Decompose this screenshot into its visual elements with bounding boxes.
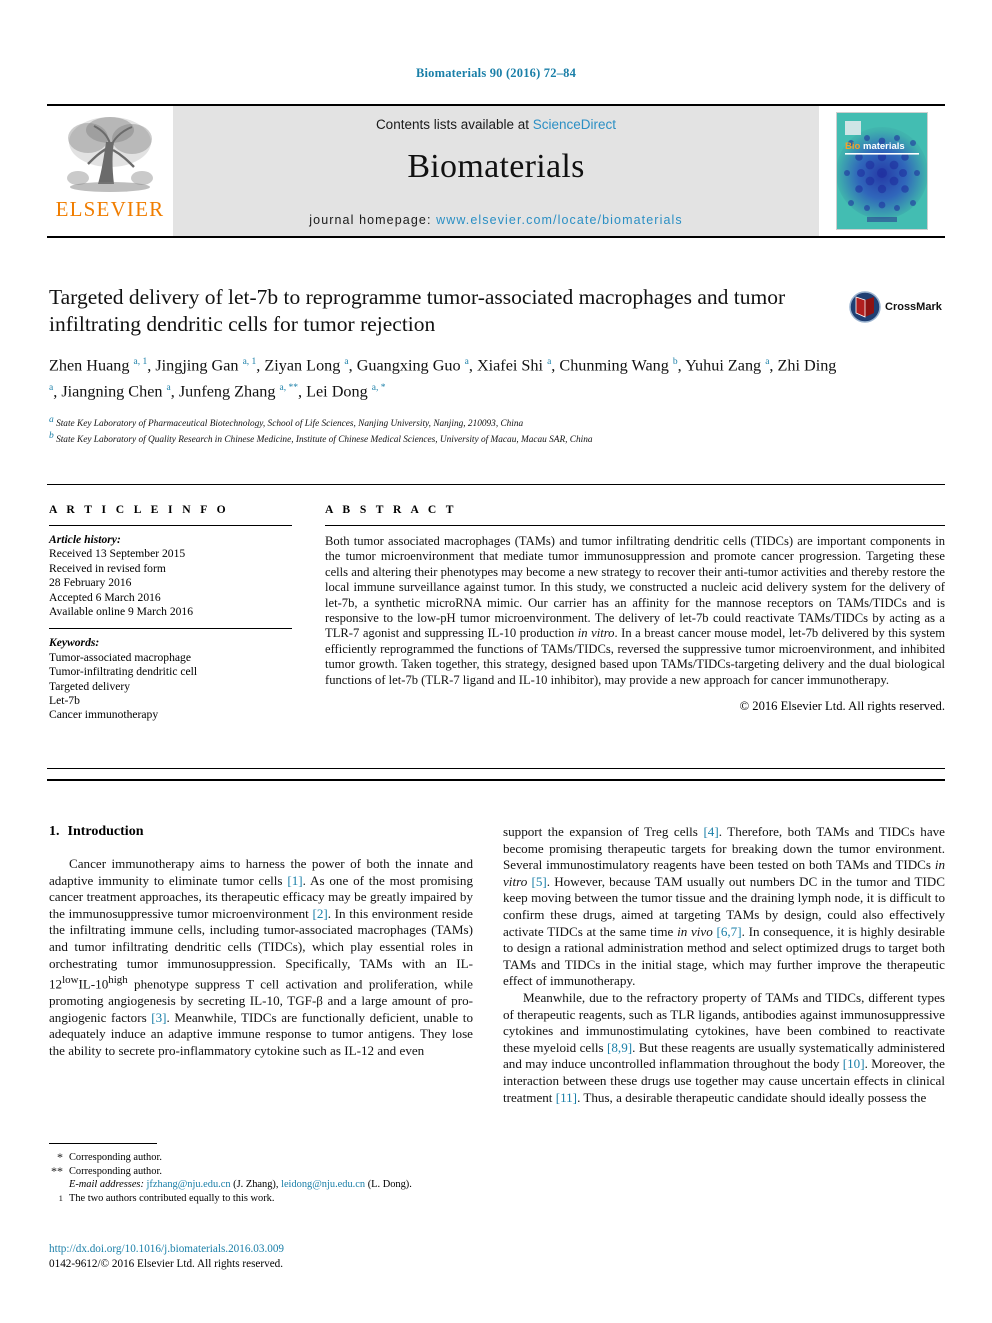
affiliation-list: a State Key Laboratory of Pharmaceutical… [49,414,839,447]
footnote-rule [49,1143,157,1144]
abstract-heading: A B S T R A C T [325,503,457,516]
abstract-rule [325,525,945,526]
abstract-text: Both tumor associated macrophages (TAMs)… [325,534,946,687]
footnote-row-emails: E-mail addresses: jfzhang@nju.edu.cn (J.… [49,1178,473,1192]
contents-prefix: Contents lists available at [375,117,533,132]
history-item: Received 13 September 2015 [49,547,186,561]
footnote-text: The two authors contributed equally to t… [69,1192,275,1204]
keyword-item: Cancer immunotherapy [49,708,159,722]
footnote-mark: 1 [58,1192,63,1203]
footnote-row: * Corresponding author. [49,1151,473,1165]
title-block: Targeted delivery of let-7b to reprogram… [49,284,839,447]
journal-homepage-line: journal homepage: www.elsevier.com/locat… [173,213,819,227]
keyword-item: Let-7b [49,694,80,708]
article-info-rule [49,525,292,526]
homepage-prefix: journal homepage: [309,213,437,227]
abstract-copyright: © 2016 Elsevier Ltd. All rights reserved… [739,699,945,714]
history-item: Received in revised form [49,561,166,575]
section-heading-introduction: 1. Introduction [49,824,473,840]
paper-page: Biomaterials 90 (2016) 72–84 ELSEVIER Co… [0,0,992,1323]
history-item: Available online 9 March 2016 [49,605,194,619]
affiliation-text-b: State Key Laboratory of Quality Research… [56,435,593,446]
affiliation-mark-a: a [49,414,54,425]
keyword-item: Tumor-infiltrating dendritic cell [49,665,198,679]
contents-line: Contents lists available at ScienceDirec… [376,117,616,132]
history-item: 28 February 2016 [49,576,132,590]
keyword-item: Tumor-associated macrophage [49,650,191,664]
sciencedirect-link[interactable]: ScienceDirect [533,117,616,132]
intro-paragraph-3: Meanwhile, due to the refractory propert… [503,989,945,1105]
body-column-left: 1. Introduction Cancer immunotherapy aims… [49,824,473,1059]
affiliation-a: a State Key Laboratory of Pharmaceutical… [49,414,839,431]
crossmark-badge[interactable]: CrossMark [849,291,942,323]
page-title: Targeted delivery of let-7b to reprogram… [49,285,786,336]
doi-link[interactable]: http://dx.doi.org/10.1016/j.biomaterials… [49,1242,549,1257]
journal-masthead: ELSEVIER Contents lists available at Sci… [47,104,945,238]
cover-artwork-icon: Bio materials [837,113,927,229]
divider-body-top [47,779,945,781]
intro-paragraph-1: Cancer immunotherapy aims to harness the… [49,856,473,1058]
crossmark-icon [849,291,881,323]
history-item: Accepted 6 March 2016 [49,590,161,604]
section-number: 1. [49,824,60,839]
keywords-label: Keywords: [49,636,100,650]
elsevier-tree-icon [67,117,153,192]
footnote-mark: * [57,1150,63,1164]
masthead-center: Contents lists available at ScienceDirec… [173,106,819,236]
footnote-block: * Corresponding author. ** Corresponding… [49,1151,473,1210]
article-info-heading: A R T I C L E I N F O [49,503,230,516]
divider-above-abstract [47,484,945,485]
footnote-text: Corresponding author. [69,1165,162,1177]
article-info-column: A R T I C L E I N F O Article history: R… [49,503,292,723]
affiliation-mark-b: b [49,431,54,442]
footnote-mark [49,1178,69,1192]
affiliation-b: b State Key Laboratory of Quality Resear… [49,430,839,447]
issn-copyright-line: 0142-9612/© 2016 Elsevier Ltd. All right… [49,1258,284,1270]
journal-cover-thumbnail: Bio materials [836,112,928,230]
affiliation-text-a: State Key Laboratory of Pharmaceutical B… [56,418,524,429]
abstract-column: A B S T R A C T Both tumor associated ma… [325,503,945,714]
crossmark-label: CrossMark [885,301,942,313]
svg-text:Bio: Bio [845,141,861,152]
divider-below-abstract [47,768,945,769]
elsevier-wordmark: ELSEVIER [55,197,165,221]
article-history-label: Article history: [49,533,121,546]
journal-title: Biomaterials [407,148,585,185]
footnote-text: Corresponding author. [69,1152,162,1163]
keywords-rule [49,628,292,630]
elsevier-logo: ELSEVIER [47,106,173,236]
author-list: Zhen Huang a, 1, Jingjing Gan a, 1, Ziya… [49,356,837,401]
footnote-row: 1 The two authors contributed equally to… [49,1192,473,1210]
running-head: Biomaterials 90 (2016) 72–84 [415,66,577,80]
keyword-item: Targeted delivery [49,679,131,693]
email-addresses: E-mail addresses: jfzhang@nju.edu.cn (J.… [69,1179,412,1191]
section-title: Introduction [67,824,144,839]
keyword-list: Keywords: Tumor-associated macrophage Tu… [49,636,292,722]
svg-text:materials: materials [863,141,905,152]
footnote-row: ** Corresponding author. [49,1165,473,1179]
publication-info: http://dx.doi.org/10.1016/j.biomaterials… [49,1242,549,1272]
article-history: Article history: Received 13 September 2… [49,533,292,619]
intro-paragraph-2: support the expansion of Treg cells [4].… [503,824,945,989]
journal-homepage-link[interactable]: www.elsevier.com/locate/biomaterials [436,213,683,227]
body-column-right: support the expansion of Treg cells [4].… [503,824,945,1106]
footnote-mark: ** [51,1163,63,1178]
journal-cover: Bio materials [819,106,945,236]
